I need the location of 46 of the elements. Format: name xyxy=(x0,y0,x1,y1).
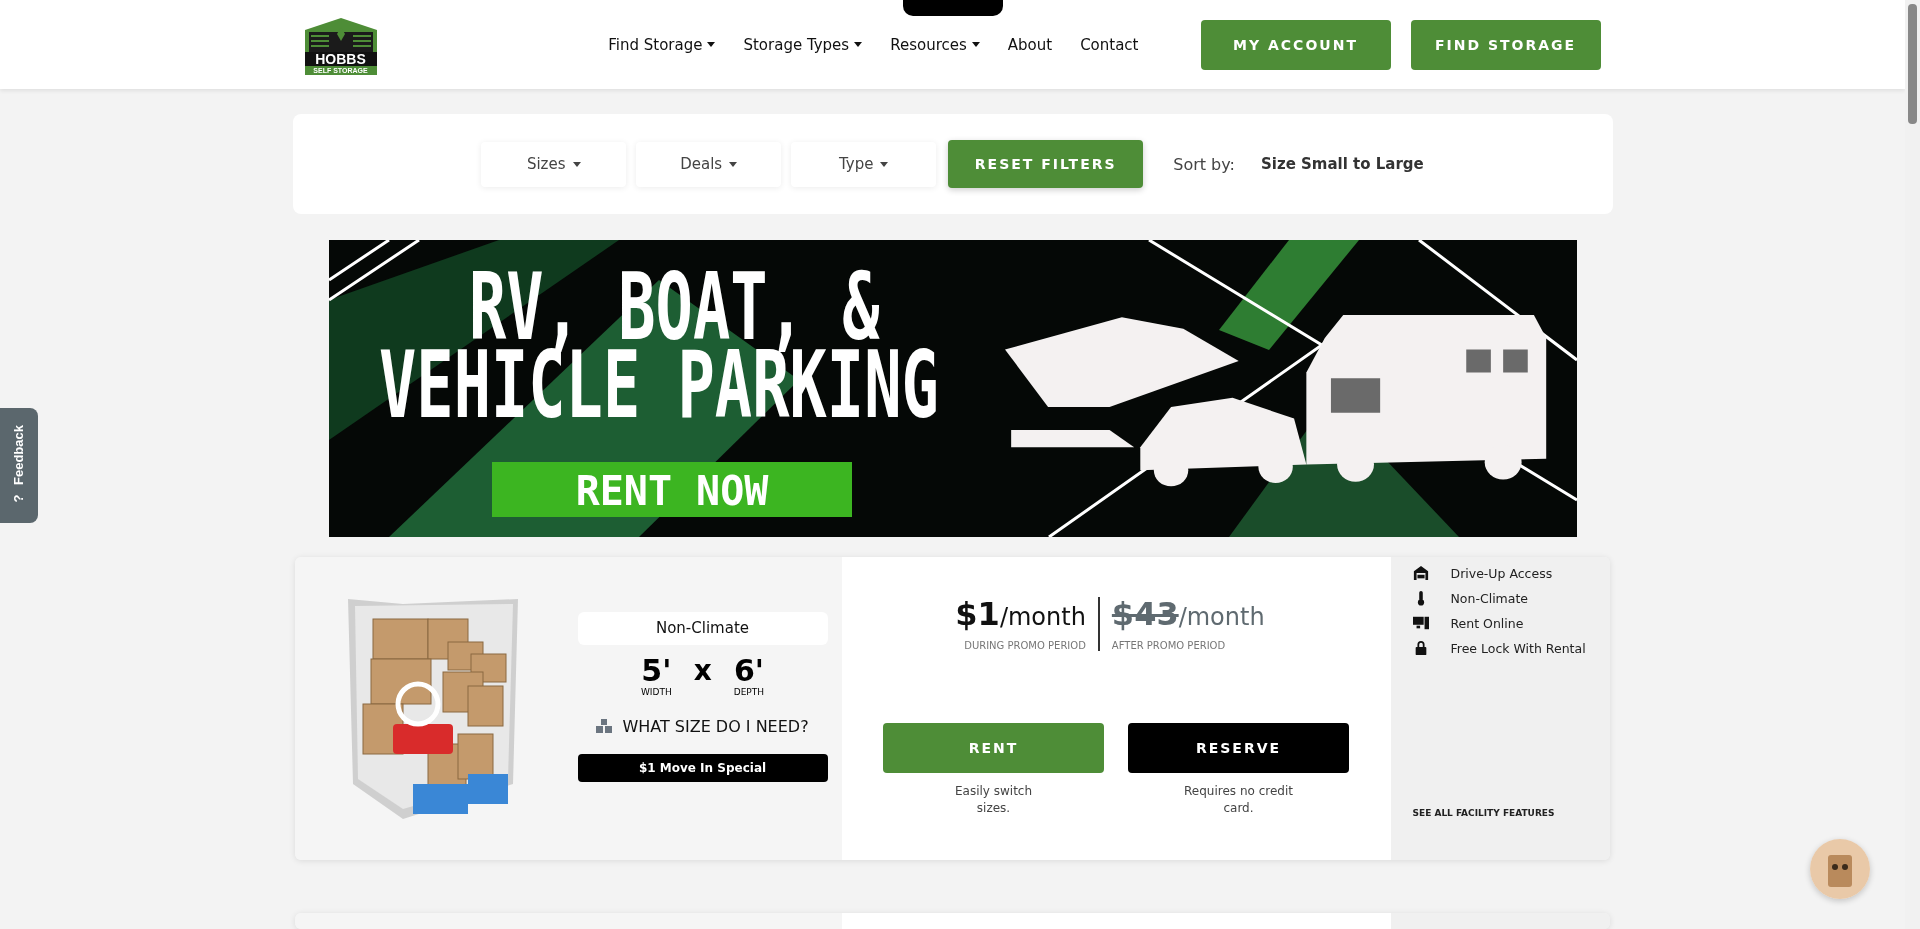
help-icon: ? xyxy=(11,494,27,503)
header-button[interactable]: MY ACCOUNT xyxy=(1200,19,1391,70)
filter-dropdown[interactable]: Sizes xyxy=(481,141,627,187)
button-note: Requires no credit card. xyxy=(1183,783,1294,817)
feature-label: Rent Online xyxy=(1450,615,1524,631)
caret-icon xyxy=(880,161,889,167)
sort-dropdown[interactable]: Size Small to Large xyxy=(1260,155,1424,173)
building-icon xyxy=(304,18,377,52)
nav-link[interactable]: Find Storage xyxy=(594,35,730,54)
feedback-label: Feedback xyxy=(12,425,26,485)
nav-link[interactable]: Contact xyxy=(1066,35,1153,54)
price: $43/month xyxy=(1111,597,1265,634)
chat-avatar-button[interactable] xyxy=(1810,839,1870,899)
size-guide-link[interactable]: WHAT SIZE DO I NEED? xyxy=(596,716,809,736)
nav-link[interactable]: Storage Types xyxy=(729,35,877,54)
dimension-value: 5' xyxy=(641,654,672,687)
caret-icon xyxy=(729,161,738,167)
computer-icon xyxy=(1412,615,1429,631)
button-note: Easily switch sizes. xyxy=(953,783,1034,817)
feature-label: Free Lock With Rental xyxy=(1450,640,1586,656)
garage-icon xyxy=(1412,565,1429,581)
feature-label: Drive-Up Access xyxy=(1450,565,1553,581)
dimension-label: WIDTH xyxy=(640,686,672,697)
facility-features-link[interactable]: SEE ALL FACILITY FEATURES xyxy=(1412,808,1610,818)
logo-name: HOBBS xyxy=(304,52,377,66)
boxes-icon xyxy=(596,719,613,733)
feature-label: Non-Climate xyxy=(1450,590,1529,606)
price-caption: AFTER PROMO PERIOD xyxy=(1111,640,1226,651)
dimension-value: 6' xyxy=(733,654,764,687)
climate-label: Non-Climate xyxy=(577,611,828,645)
nav-link[interactable]: Resources xyxy=(876,35,994,54)
rent-button[interactable]: RENT xyxy=(883,723,1104,773)
special-offer-badge: $1 Move In Special xyxy=(577,753,828,782)
reserve-button[interactable]: RESERVE xyxy=(1128,723,1349,773)
filter-dropdown[interactable]: Deals xyxy=(636,141,782,187)
times-sign: x xyxy=(693,654,712,687)
nav-link[interactable]: About xyxy=(993,35,1067,54)
dimension-label: DEPTH xyxy=(733,686,765,697)
sort-label: Sort by: xyxy=(1173,154,1235,174)
price: $1/month xyxy=(955,597,1086,634)
reset-filters-button[interactable]: RESET FILTERS xyxy=(948,140,1144,188)
caret-icon xyxy=(572,161,581,167)
filter-dropdown[interactable]: Type xyxy=(791,141,937,187)
feedback-tab[interactable]: Feedback ? xyxy=(0,408,38,523)
header-button[interactable]: FIND STORAGE xyxy=(1410,19,1601,70)
price-caption: DURING PROMO PERIOD xyxy=(964,640,1086,651)
